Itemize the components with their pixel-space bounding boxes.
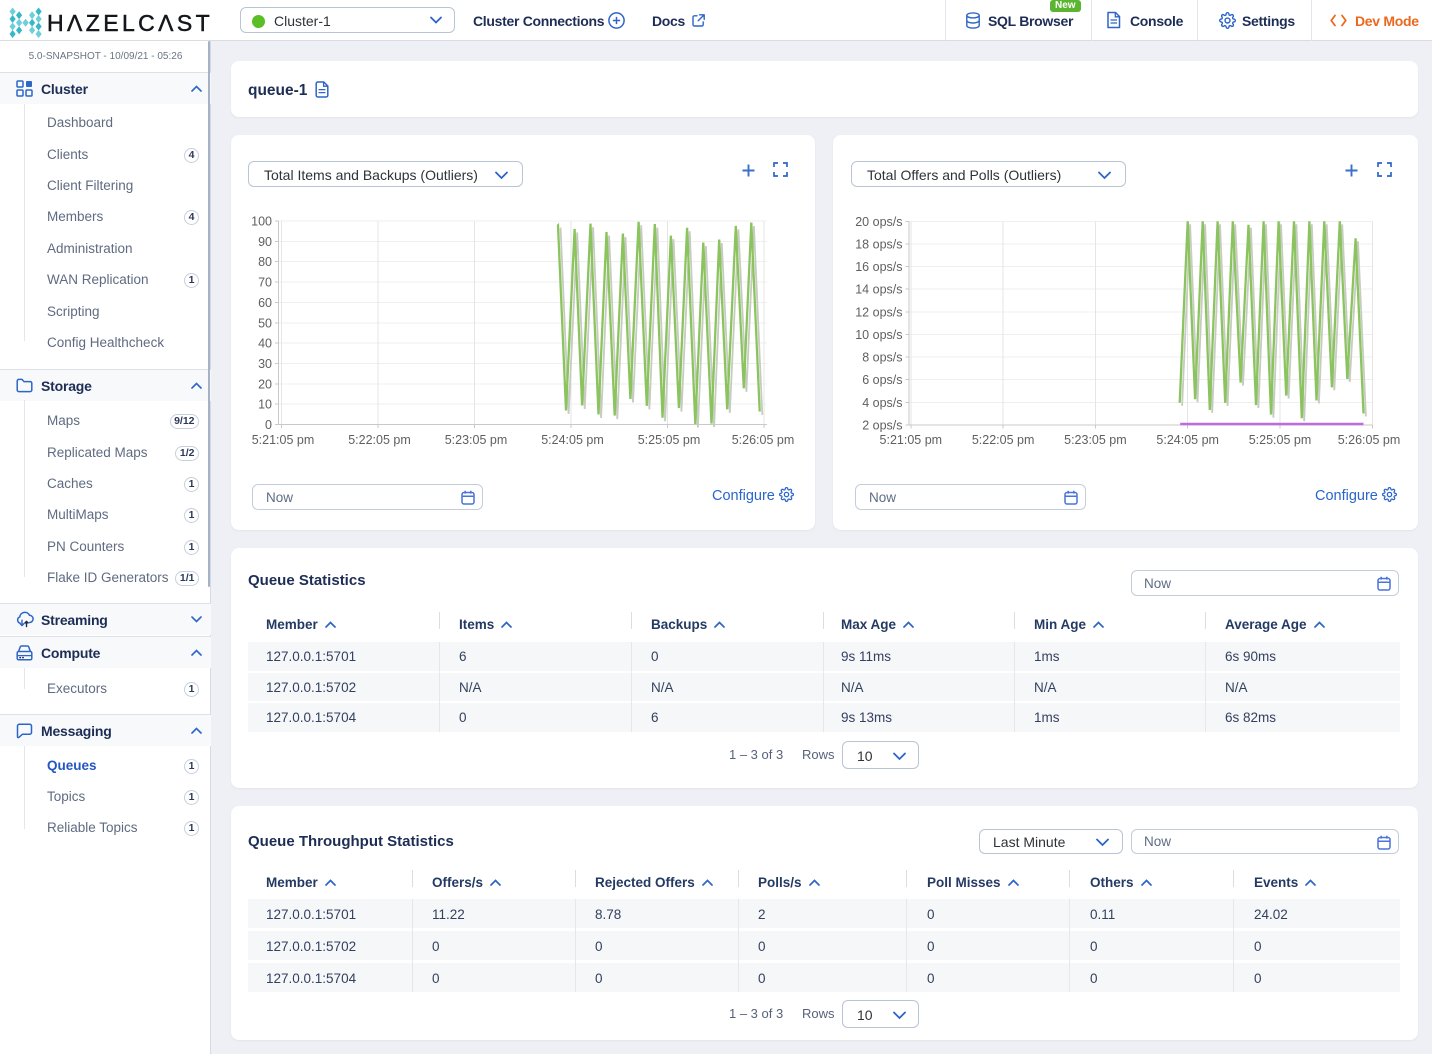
svg-text:14 ops/s: 14 ops/s bbox=[855, 283, 902, 297]
svg-text:5:23:05 pm: 5:23:05 pm bbox=[445, 433, 508, 447]
svg-text:40: 40 bbox=[258, 337, 272, 351]
svg-text:5:21:05 pm: 5:21:05 pm bbox=[252, 433, 315, 447]
svg-text:10: 10 bbox=[258, 398, 272, 412]
svg-text:4 ops/s: 4 ops/s bbox=[862, 396, 902, 410]
svg-text:5:25:05 pm: 5:25:05 pm bbox=[638, 433, 701, 447]
svg-text:5:25:05 pm: 5:25:05 pm bbox=[1249, 433, 1312, 447]
svg-text:5:22:05 pm: 5:22:05 pm bbox=[972, 433, 1035, 447]
svg-text:30: 30 bbox=[258, 357, 272, 371]
svg-text:80: 80 bbox=[258, 255, 272, 269]
svg-text:6 ops/s: 6 ops/s bbox=[862, 373, 902, 387]
svg-text:60: 60 bbox=[258, 296, 272, 310]
svg-text:18 ops/s: 18 ops/s bbox=[855, 237, 902, 251]
svg-text:8 ops/s: 8 ops/s bbox=[862, 351, 902, 365]
svg-text:10 ops/s: 10 ops/s bbox=[855, 328, 902, 342]
svg-text:16 ops/s: 16 ops/s bbox=[855, 260, 902, 274]
svg-text:50: 50 bbox=[258, 316, 272, 330]
svg-text:90: 90 bbox=[258, 235, 272, 249]
svg-text:5:26:05 pm: 5:26:05 pm bbox=[1338, 433, 1401, 447]
svg-text:0: 0 bbox=[265, 418, 272, 432]
svg-text:2 ops/s: 2 ops/s bbox=[862, 419, 902, 433]
svg-text:5:24:05 pm: 5:24:05 pm bbox=[1156, 433, 1219, 447]
svg-text:100: 100 bbox=[251, 215, 272, 229]
svg-text:20: 20 bbox=[258, 377, 272, 391]
svg-text:70: 70 bbox=[258, 276, 272, 290]
svg-text:5:21:05 pm: 5:21:05 pm bbox=[880, 433, 943, 447]
svg-text:5:22:05 pm: 5:22:05 pm bbox=[348, 433, 411, 447]
svg-text:12 ops/s: 12 ops/s bbox=[855, 305, 902, 319]
svg-text:5:26:05 pm: 5:26:05 pm bbox=[732, 433, 795, 447]
svg-text:5:23:05 pm: 5:23:05 pm bbox=[1064, 433, 1127, 447]
svg-text:5:24:05 pm: 5:24:05 pm bbox=[541, 433, 604, 447]
svg-text:20 ops/s: 20 ops/s bbox=[855, 215, 902, 229]
